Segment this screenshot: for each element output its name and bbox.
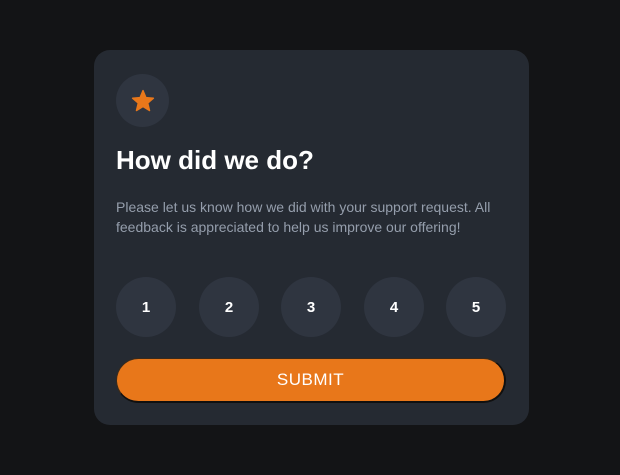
rating-card: How did we do? Please let us know how we… [94,50,529,425]
page-title: How did we do? [116,145,314,175]
submit-button[interactable]: SUBMIT [116,358,506,403]
description-text: Please let us know how we did with your … [116,199,491,235]
star-icon [131,89,154,111]
rating-option-5[interactable]: 5 [446,277,506,337]
rating-option-1[interactable]: 1 [116,277,176,337]
rating-options: 1 2 3 4 5 [116,277,506,337]
rating-option-3[interactable]: 3 [281,277,341,337]
star-badge [116,74,169,127]
rating-option-4[interactable]: 4 [364,277,424,337]
rating-option-2[interactable]: 2 [199,277,259,337]
